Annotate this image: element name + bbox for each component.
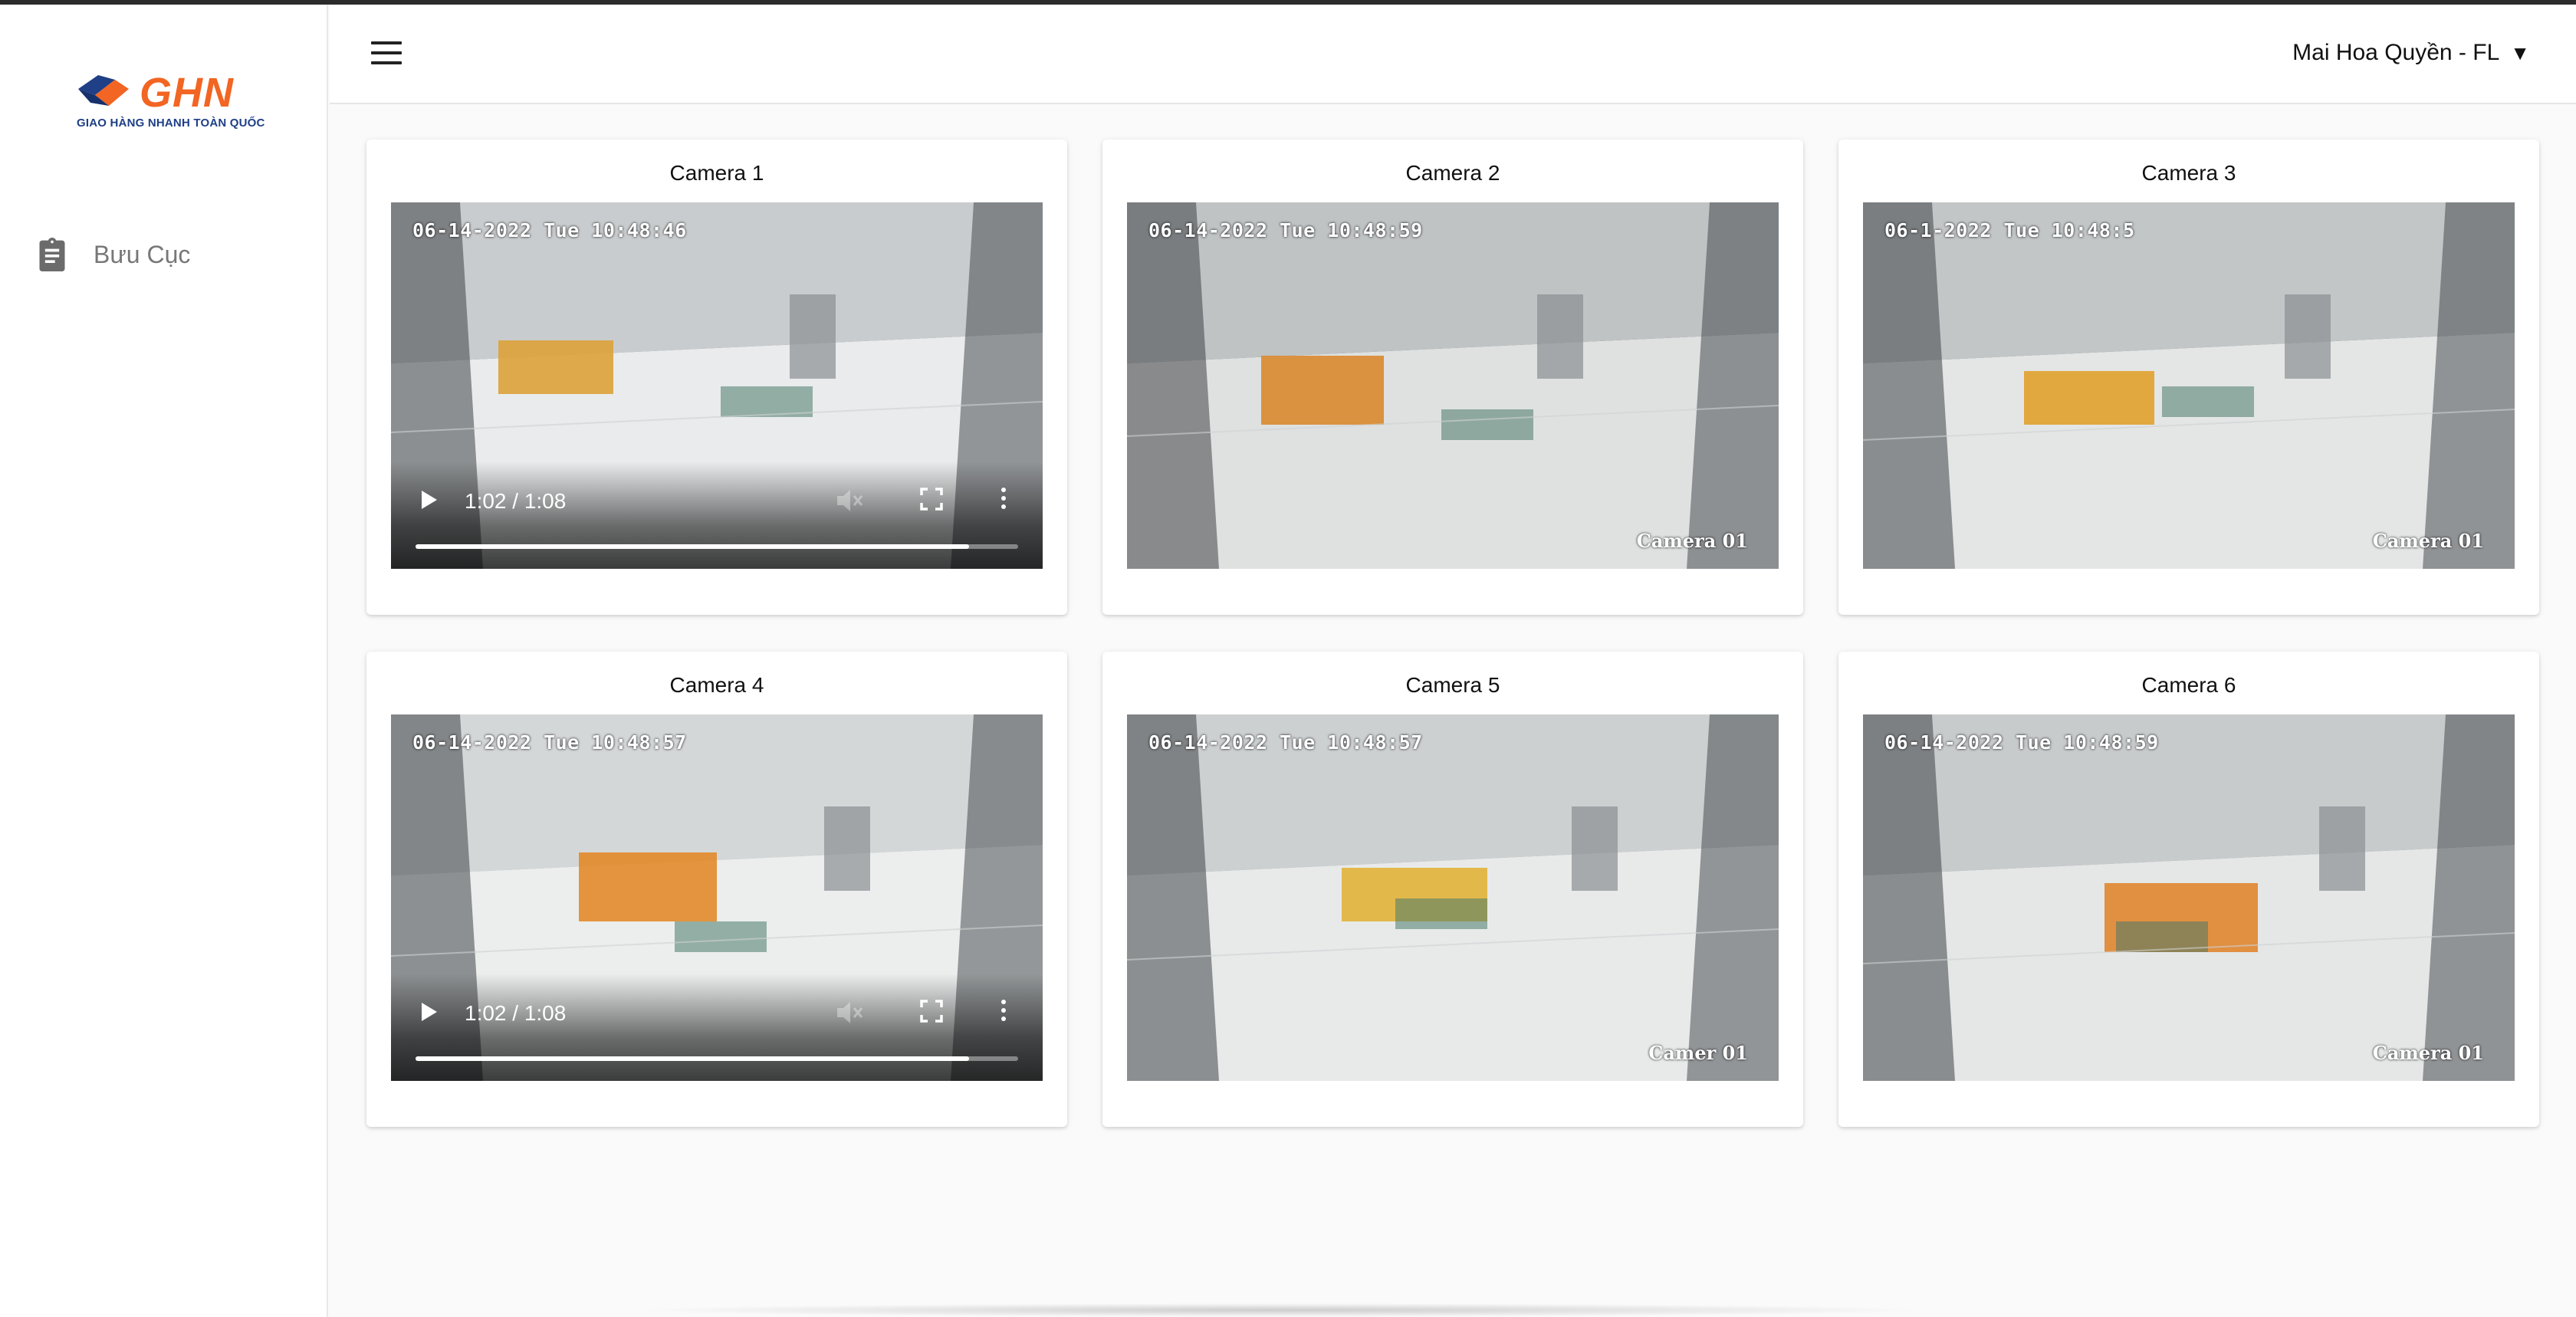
video-controls: 1:02 / 1:08 [391,974,1043,1081]
camera-title: Camera 5 [1405,673,1500,697]
camera-name-overlay: Camera 01 [2372,530,2484,552]
camera-card: Camera 1 06-14-2022 Tue 10:48:46 1:02 / … [366,140,1067,615]
more-options-icon[interactable] [1000,488,1007,514]
camera-name-overlay: Camera 01 [2372,1042,2484,1064]
camera-card: Camera 5 06-14-2022 Tue 10:48:57 Camer 0… [1102,652,1803,1127]
camera-title: Camera 4 [669,673,764,697]
bottom-shadow [629,1303,1932,1317]
camera-timestamp-overlay: 06-1-2022 Tue 10:48:5 [1884,219,2135,241]
sidebar-item-buu-cuc[interactable]: Bưu Cục [35,232,311,278]
video-progress-bar[interactable] [416,1056,1018,1061]
mute-icon[interactable] [836,488,863,514]
camera-card: Camera 3 06-1-2022 Tue 10:48:5 Camera 01 [1838,140,2539,615]
camera-title: Camera 6 [2141,673,2236,697]
mute-icon[interactable] [836,1000,863,1026]
camera-video[interactable]: 06-14-2022 Tue 10:48:59 Camera 01 [1863,714,2515,1081]
camera-name-overlay: Camer 01 [1648,1042,1748,1064]
sidebar-item-label: Bưu Cục [94,240,191,268]
video-progress-fill [416,544,969,549]
logo-tagline: GIAO HÀNG NHANH TOÀN QUỐC [77,117,265,130]
caret-down-icon: ▼ [2510,41,2530,64]
camera-timestamp-overlay: 06-14-2022 Tue 10:48:57 [412,731,687,754]
logo-mark-icon [78,75,129,106]
camera-timestamp-overlay: 06-14-2022 Tue 10:48:46 [412,219,687,241]
camera-feed-image [1863,714,2515,1081]
camera-feed-image [1127,202,1779,569]
user-menu[interactable]: Mai Hoa Quyền - FL ▼ [2292,40,2530,66]
user-name: Mai Hoa Quyền - FL [2292,40,2500,65]
camera-video[interactable]: 06-14-2022 Tue 10:48:59 Camera 01 [1127,202,1779,569]
fullscreen-icon[interactable] [920,488,943,511]
top-app-bar: Mai Hoa Quyền - FL ▼ [330,5,2576,104]
camera-feed-image [1127,714,1779,1081]
camera-feed-image [1863,202,2515,569]
camera-video[interactable]: 06-1-2022 Tue 10:48:5 Camera 01 [1863,202,2515,569]
sidebar: GHN GIAO HÀNG NHANH TOÀN QUỐC Bưu Cục [0,5,328,1317]
camera-timestamp-overlay: 06-14-2022 Tue 10:48:59 [1148,219,1423,241]
video-time: 1:02 / 1:08 [465,489,567,513]
camera-card: Camera 6 06-14-2022 Tue 10:48:59 Camera … [1838,652,2539,1127]
camera-timestamp-overlay: 06-14-2022 Tue 10:48:57 [1148,731,1423,754]
ghn-logo[interactable]: GHN GIAO HÀNG NHANH TOÀN QUỐC [75,67,264,136]
video-progress-bar[interactable] [416,544,1018,549]
camera-card: Camera 2 06-14-2022 Tue 10:48:59 Camera … [1102,140,1803,615]
camera-timestamp-overlay: 06-14-2022 Tue 10:48:59 [1884,731,2159,754]
camera-video[interactable]: 06-14-2022 Tue 10:48:57 1:02 / 1:08 [391,714,1043,1081]
camera-title: Camera 2 [1405,161,1500,185]
fullscreen-icon[interactable] [920,1000,943,1023]
camera-title: Camera 3 [2141,161,2236,185]
camera-video[interactable]: 06-14-2022 Tue 10:48:57 Camer 01 [1127,714,1779,1081]
camera-video[interactable]: 06-14-2022 Tue 10:48:46 1:02 / 1:08 [391,202,1043,569]
video-time: 1:02 / 1:08 [465,1001,567,1025]
camera-name-overlay: Camera 01 [1636,530,1748,552]
play-icon[interactable] [420,1001,439,1023]
hamburger-menu-icon[interactable] [371,41,402,67]
play-icon[interactable] [420,489,439,511]
more-options-icon[interactable] [1000,1000,1007,1026]
video-progress-fill [416,1056,969,1061]
logo-text: GHN [140,70,234,116]
camera-card: Camera 4 06-14-2022 Tue 10:48:57 1:02 / … [366,652,1067,1127]
camera-title: Camera 1 [669,161,764,185]
video-controls: 1:02 / 1:08 [391,461,1043,569]
clipboard-icon [39,238,65,271]
